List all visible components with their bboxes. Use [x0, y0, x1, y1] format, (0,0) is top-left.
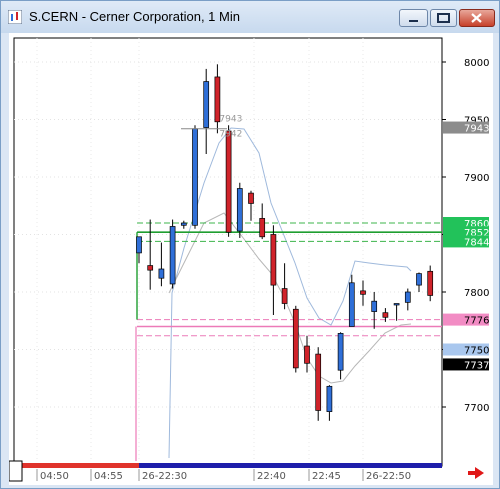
candle-body — [371, 300, 378, 312]
price-tag-label: 7750 — [464, 346, 489, 357]
candle-body — [169, 226, 176, 285]
x-tick-label: 04:50 — [40, 471, 69, 482]
minimize-button[interactable] — [399, 9, 428, 27]
candle-body — [382, 312, 389, 318]
x-tick-label: 26-22:50 — [366, 471, 411, 482]
candlestick-chart[interactable]: 79437942 8000795079007850780077507700 79… — [8, 33, 493, 485]
candle-body — [136, 236, 142, 254]
y-tick-label: 8000 — [464, 58, 489, 69]
candle-body — [292, 308, 299, 369]
candle-body — [248, 192, 254, 204]
maximize-button[interactable] — [430, 9, 457, 27]
x-tick-label: 22:45 — [312, 471, 341, 482]
candle-body — [281, 288, 288, 304]
candle-body — [236, 188, 243, 232]
candle-body — [404, 291, 411, 303]
minimize-icon — [409, 20, 418, 22]
candle-body — [259, 218, 266, 238]
x-axis-bar-prior-session — [14, 463, 139, 468]
candle-body — [348, 282, 355, 327]
price-tag-label: 7737 — [464, 360, 489, 371]
candle-body — [270, 234, 277, 286]
candle-body — [315, 353, 322, 411]
candle-body — [192, 128, 198, 226]
scroll-box[interactable] — [8, 460, 23, 482]
window-title: S.CERN - Cerner Corporation, 1 Min — [29, 9, 240, 24]
price-tag-label: 7776 — [464, 316, 489, 327]
chart-app-icon — [8, 10, 22, 24]
annotation-label: 7943 — [219, 115, 242, 125]
plot-background — [9, 33, 493, 485]
candle-body — [326, 385, 333, 412]
candle-body — [158, 268, 165, 279]
candle-body — [416, 273, 422, 286]
candle-body — [180, 222, 187, 226]
price-tag-label: 7943 — [464, 124, 489, 135]
price-tag-label: 7844 — [464, 237, 489, 248]
title-bar[interactable]: S.CERN - Cerner Corporation, 1 Min — [1, 1, 499, 33]
chart-window: S.CERN - Cerner Corporation, 1 Min 7943 … — [0, 0, 500, 489]
candle-body — [304, 345, 310, 364]
x-tick-label: 22:40 — [257, 471, 286, 482]
maximize-icon — [437, 13, 450, 23]
candle-body — [203, 81, 210, 128]
candle-body — [147, 265, 154, 271]
close-button[interactable] — [459, 9, 495, 27]
candle-body — [393, 303, 400, 306]
y-tick-label: 7800 — [464, 288, 489, 299]
chart-area[interactable]: 79437942 8000795079007850780077507700 79… — [8, 33, 493, 485]
annotation-label: 7942 — [219, 130, 242, 140]
x-tick-label: 04:55 — [94, 471, 123, 482]
y-tick-label: 7700 — [464, 403, 489, 414]
y-tick-label: 7900 — [464, 173, 489, 184]
candle-body — [225, 130, 232, 233]
close-icon — [471, 13, 482, 23]
candle-body — [337, 333, 344, 371]
candle-body — [427, 270, 434, 296]
candle-body — [360, 290, 366, 295]
x-tick-label: 26-22:30 — [142, 471, 187, 482]
